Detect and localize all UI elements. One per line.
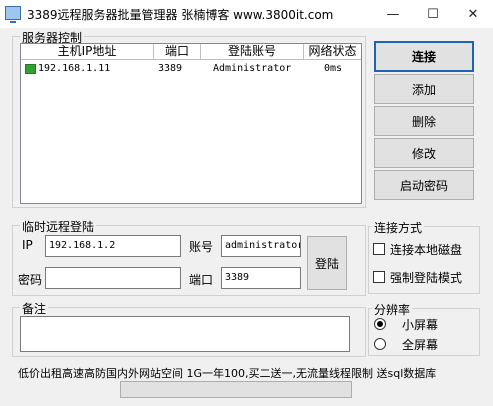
row-status: 0ms <box>324 63 343 74</box>
row-account: Administrator <box>213 63 292 74</box>
password-label: 密码 <box>18 273 43 287</box>
local-disk-label[interactable]: 连接本地磁盘 <box>390 241 462 258</box>
notes-legend: 备注 <box>20 300 49 317</box>
small-screen-radio[interactable] <box>374 318 386 330</box>
account-label: 账号 <box>189 240 214 254</box>
login-button[interactable]: 登陆 <box>307 236 347 290</box>
full-screen-radio[interactable] <box>374 338 386 350</box>
startup-password-button[interactable]: 启动密码 <box>374 170 474 200</box>
connect-button[interactable]: 连接 <box>374 41 474 72</box>
force-login-checkbox[interactable] <box>373 271 385 283</box>
notes-input[interactable] <box>20 316 350 352</box>
force-login-label[interactable]: 强制登陆模式 <box>390 269 462 286</box>
window-title: 3389远程服务器批量管理器 张楠博客 www.3800it.com <box>27 8 334 22</box>
port-input[interactable]: 3389 <box>221 267 301 289</box>
monitor-icon <box>25 64 36 74</box>
port-label: 端口 <box>189 273 214 287</box>
delete-button[interactable]: 删除 <box>374 106 474 136</box>
row-port: 3389 <box>158 63 183 74</box>
table-row[interactable]: 192.168.1.11 3389 Administrator 0ms <box>21 62 361 77</box>
local-disk-checkbox[interactable] <box>373 243 385 255</box>
column-header-status[interactable]: 网络状态 <box>304 44 361 60</box>
ip-label: IP <box>22 238 33 252</box>
monitor-app-icon <box>5 6 21 23</box>
edit-button[interactable]: 修改 <box>374 138 474 168</box>
password-input[interactable] <box>45 267 181 289</box>
column-header-port[interactable]: 端口 <box>154 44 201 60</box>
full-screen-label[interactable]: 全屏幕 <box>402 336 438 353</box>
ip-input[interactable]: 192.168.1.2 <box>45 235 181 257</box>
server-list[interactable]: 主机IP地址 端口 登陆账号 网络状态 192.168.1.11 3389 Ad… <box>20 43 362 204</box>
column-header-ip[interactable]: 主机IP地址 <box>21 44 154 60</box>
row-ip: 192.168.1.11 <box>38 63 111 74</box>
column-header-account[interactable]: 登陆账号 <box>201 44 304 60</box>
maximize-button[interactable]: ☐ <box>413 0 453 28</box>
account-input[interactable]: administrator <box>221 235 301 257</box>
footer-button[interactable] <box>120 381 352 398</box>
minimize-button[interactable]: — <box>373 0 413 28</box>
ad-text: 低价出租高速高防国内外网站空间 1G一年100,买二送一,无流量线程限制 送sq… <box>18 367 437 380</box>
title-bar: 3389远程服务器批量管理器 张楠博客 www.3800it.com — ☐ ✕ <box>0 0 493 28</box>
add-button[interactable]: 添加 <box>374 74 474 104</box>
small-screen-label[interactable]: 小屏幕 <box>402 316 438 333</box>
connect-mode-legend: 连接方式 <box>372 219 425 236</box>
close-button[interactable]: ✕ <box>453 0 493 28</box>
temp-login-legend: 临时远程登陆 <box>20 218 97 235</box>
